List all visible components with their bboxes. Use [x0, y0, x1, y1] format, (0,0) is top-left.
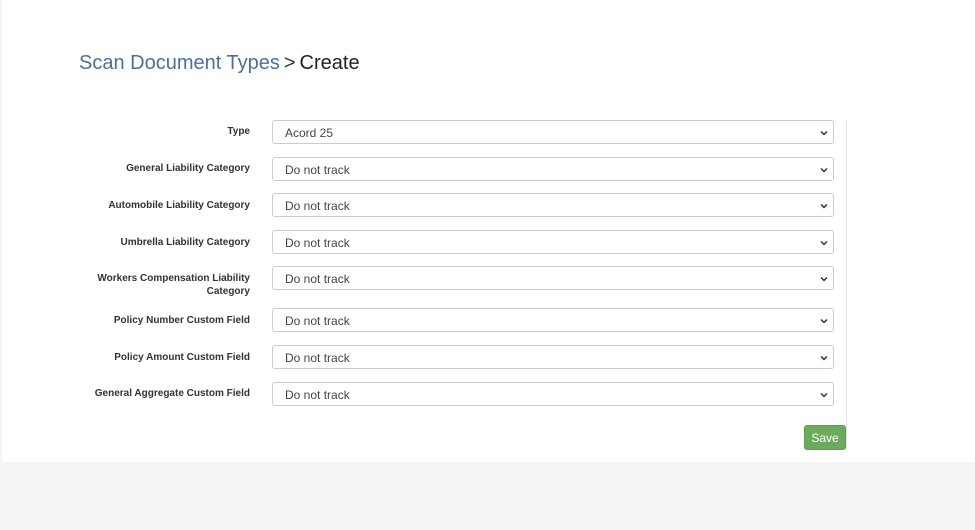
general-liability-category-label: General Liability Category	[126, 163, 250, 174]
general-aggregate-custom-field-select[interactable]: Do not track	[272, 382, 834, 406]
chevron-down-icon	[820, 318, 828, 324]
umbrella-liability-category-label: Umbrella Liability Category	[120, 237, 250, 248]
general-liability-category-select[interactable]: Do not track	[272, 157, 834, 181]
chevron-down-icon	[820, 130, 828, 136]
chevron-down-icon	[820, 167, 828, 173]
policy-number-custom-field-label: Policy Number Custom Field	[113, 315, 250, 326]
breadcrumb-link-scan-document-types[interactable]: Scan Document Types	[79, 52, 280, 74]
policy-amount-custom-field-select[interactable]: Do not track	[272, 345, 834, 369]
policy-number-custom-field-value: Do not track	[285, 314, 350, 328]
chevron-down-icon	[820, 276, 828, 282]
chevron-down-icon	[820, 392, 828, 398]
workers-compensation-liability-category-value: Do not track	[285, 272, 350, 286]
automobile-liability-category-value: Do not track	[285, 199, 350, 213]
type-select-value: Acord 25	[285, 126, 334, 140]
umbrella-liability-category-value: Do not track	[285, 236, 350, 250]
policy-number-custom-field-select[interactable]: Do not track	[272, 308, 834, 332]
automobile-liability-category-select[interactable]: Do not track	[272, 193, 834, 217]
workers-compensation-liability-category-select[interactable]: Do not track	[272, 266, 834, 290]
general-aggregate-custom-field-value: Do not track	[285, 388, 350, 402]
general-aggregate-custom-field-label: General Aggregate Custom Field	[94, 388, 250, 399]
form-divider	[846, 120, 847, 450]
workers-compensation-liability-category-label: Workers Compensation Liability Category	[97, 273, 250, 297]
type-select[interactable]: Acord 25	[272, 120, 834, 144]
policy-amount-custom-field-value: Do not track	[285, 351, 350, 365]
save-button[interactable]: Save	[804, 425, 846, 450]
chevron-down-icon	[820, 355, 828, 361]
policy-amount-custom-field-label: Policy Amount Custom Field	[114, 352, 250, 363]
breadcrumb-current: Create	[299, 52, 360, 74]
chevron-down-icon	[820, 203, 828, 209]
breadcrumb-separator: >	[283, 52, 296, 74]
type-label: Type	[227, 126, 250, 137]
umbrella-liability-category-select[interactable]: Do not track	[272, 230, 834, 254]
breadcrumb: Scan Document Types > Create	[79, 49, 360, 77]
automobile-liability-category-label: Automobile Liability Category	[108, 200, 250, 211]
chevron-down-icon	[820, 240, 828, 246]
general-liability-category-value: Do not track	[285, 163, 350, 177]
